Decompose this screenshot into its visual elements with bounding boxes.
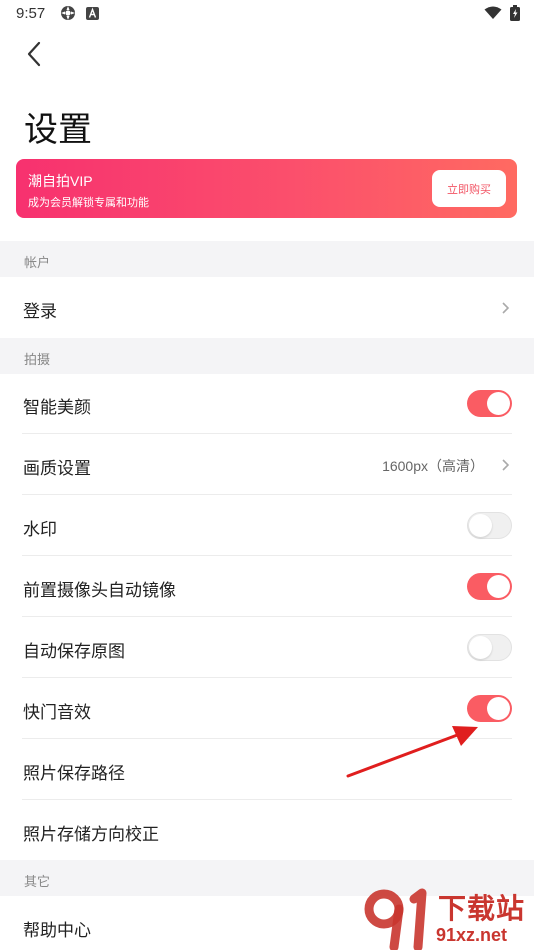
vip-banner[interactable]: 潮自拍VIP 成为会员解锁专属和功能 立即购买 bbox=[16, 159, 517, 218]
settings-row-photo-orientation[interactable]: 照片存储方向校正 bbox=[0, 800, 534, 861]
section-header-shooting: 拍摄 bbox=[0, 338, 534, 374]
shutter-sound-toggle[interactable] bbox=[467, 695, 512, 722]
vip-title: 潮自拍VIP bbox=[28, 173, 93, 189]
status-time: 9:57 bbox=[16, 5, 46, 22]
smart-beauty-toggle[interactable] bbox=[467, 390, 512, 417]
watermark-logo-icon bbox=[364, 888, 427, 950]
a-icon bbox=[86, 6, 99, 25]
wifi-icon bbox=[484, 6, 502, 25]
row-label: 前置摄像头自动镜像 bbox=[23, 581, 176, 600]
row-label: 登录 bbox=[23, 302, 57, 321]
front-mirror-toggle[interactable] bbox=[467, 573, 512, 600]
settings-app-icon bbox=[60, 5, 76, 26]
settings-row-auto-save-original: 自动保存原图 bbox=[0, 617, 534, 678]
row-label: 画质设置 bbox=[23, 459, 91, 478]
row-label: 照片存储方向校正 bbox=[23, 825, 159, 844]
row-label: 水印 bbox=[23, 520, 57, 539]
page-title: 设置 bbox=[24, 111, 92, 149]
buy-now-button[interactable]: 立即购买 bbox=[432, 170, 506, 207]
status-left-icons bbox=[60, 5, 99, 26]
toggle-knob bbox=[487, 392, 510, 415]
chevron-left-icon bbox=[27, 41, 41, 67]
row-label: 快门音效 bbox=[23, 703, 91, 722]
settings-row-quality[interactable]: 画质设置 1600px（高清） bbox=[0, 434, 534, 495]
status-right-icons bbox=[484, 5, 520, 26]
section-header-label: 拍摄 bbox=[24, 352, 51, 367]
row-label: 照片保存路径 bbox=[23, 764, 125, 783]
toggle-knob bbox=[487, 575, 510, 598]
section-header-label: 帐户 bbox=[24, 255, 51, 270]
chevron-right-icon bbox=[502, 302, 510, 314]
back-button[interactable] bbox=[18, 38, 50, 70]
settings-row-smart-beauty: 智能美颜 bbox=[0, 373, 534, 434]
watermark-toggle[interactable] bbox=[467, 512, 512, 539]
toggle-knob bbox=[469, 636, 492, 659]
vip-subtitle: 成为会员解锁专属和功能 bbox=[28, 197, 149, 209]
chevron-right-icon bbox=[502, 459, 510, 471]
auto-save-original-toggle[interactable] bbox=[467, 634, 512, 661]
annotation-arrow-icon bbox=[346, 726, 478, 778]
status-bar: 9:57 bbox=[0, 0, 534, 30]
settings-row-watermark: 水印 bbox=[0, 495, 534, 556]
watermark-logo-text: 下载站 bbox=[438, 893, 526, 924]
settings-row-front-mirror: 前置摄像头自动镜像 bbox=[0, 556, 534, 617]
quality-value: 1600px（高清） bbox=[382, 458, 484, 474]
battery-charging-icon bbox=[510, 5, 520, 26]
watermark-site-text: 91xz.net bbox=[436, 925, 508, 945]
toggle-knob bbox=[469, 514, 492, 537]
row-label: 智能美颜 bbox=[23, 398, 91, 417]
row-label: 自动保存原图 bbox=[23, 642, 125, 661]
settings-row-login[interactable]: 登录 bbox=[0, 277, 534, 338]
section-header-account: 帐户 bbox=[0, 241, 534, 277]
row-label: 帮助中心 bbox=[23, 921, 91, 940]
section-header-label: 其它 bbox=[24, 874, 51, 889]
toggle-knob bbox=[487, 697, 510, 720]
site-watermark: 下载站 91xz.net bbox=[360, 885, 534, 950]
